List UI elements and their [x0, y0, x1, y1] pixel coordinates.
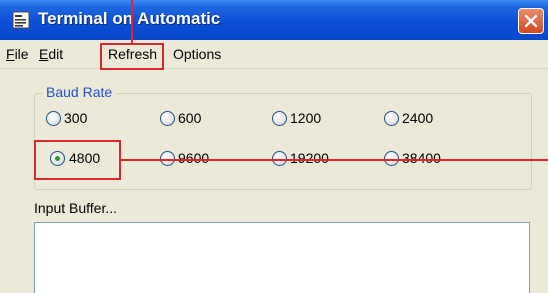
close-button[interactable] [518, 8, 544, 34]
terminal-app-icon [12, 11, 30, 29]
menu-bar: File Edit Refresh Options [0, 40, 548, 69]
title-bar[interactable]: Terminal on Automatic [0, 0, 548, 40]
radio-1200-label[interactable]: 1200 [290, 110, 321, 126]
menu-options-label: Options [173, 46, 222, 62]
menu-file[interactable]: File [6, 46, 29, 62]
menu-edit[interactable]: Edit [39, 46, 63, 62]
close-icon [524, 14, 538, 28]
radio-300[interactable] [46, 111, 61, 126]
radio-19200-label[interactable]: 19200 [290, 150, 329, 166]
annotation-pointer-4800 [121, 159, 548, 161]
input-buffer-label: Input Buffer... [34, 200, 118, 216]
baud-rate-label: Baud Rate [42, 84, 117, 100]
radio-600-label[interactable]: 600 [178, 110, 201, 126]
radio-300-label[interactable]: 300 [64, 110, 87, 126]
annotation-box-refresh [100, 43, 164, 70]
menu-options[interactable]: Options [173, 46, 221, 62]
annotation-pointer-refresh [131, 0, 133, 44]
menu-file-label: File [6, 46, 29, 62]
radio-38400-label[interactable]: 38400 [402, 150, 441, 166]
radio-2400[interactable] [384, 111, 399, 126]
radio-2400-label[interactable]: 2400 [402, 110, 433, 126]
radio-600[interactable] [160, 111, 175, 126]
input-buffer-field[interactable] [34, 222, 530, 293]
menu-edit-label: Edit [39, 46, 64, 62]
radio-9600-label[interactable]: 9600 [178, 150, 209, 166]
window-title: Terminal on Automatic [38, 9, 221, 28]
radio-1200[interactable] [272, 111, 287, 126]
annotation-box-4800 [34, 140, 121, 180]
terminal-window: Terminal on Automatic File Edit Refresh … [0, 0, 548, 293]
